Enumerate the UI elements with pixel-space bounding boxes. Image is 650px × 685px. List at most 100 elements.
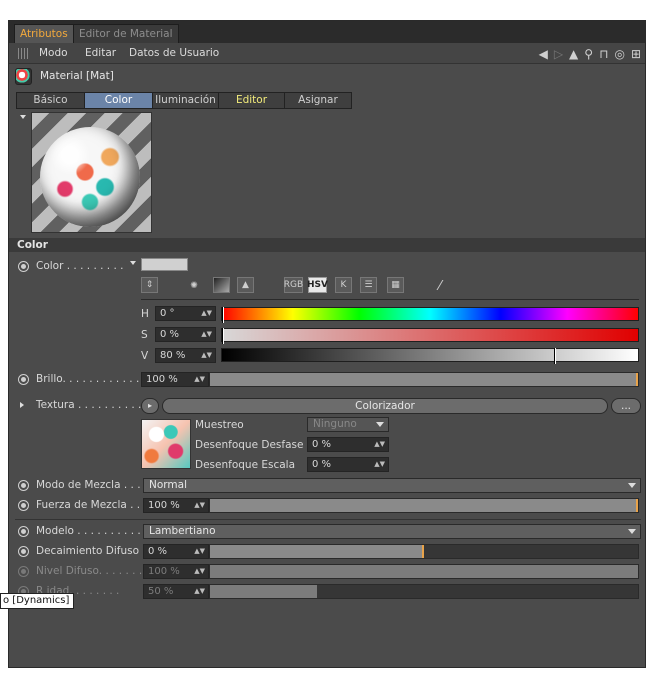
preview-sphere [40,127,140,227]
nivel-difuso-animate-radio[interactable] [18,566,29,577]
v-slider[interactable] [221,348,639,364]
subtab-iluminacion[interactable]: Iluminación [153,93,219,108]
modelo-animate-radio[interactable] [18,526,29,537]
nivel-difuso-label: Nivel Difuso. . . . . . . [36,565,143,577]
tab-atributos[interactable]: Atributos [14,24,74,43]
modelo-dropdown[interactable]: Lambertiano [143,524,641,539]
forward-arrow-icon[interactable]: ▷ [554,47,563,61]
hsv-button[interactable]: HSV [307,277,328,293]
fuerza-mezcla-fill [210,499,638,512]
brillo-label: Brillo. . . . . . . . . . . . . [36,373,146,385]
swatches-icon[interactable]: ▦ [387,277,404,293]
colorizador-button[interactable]: Colorizador [162,398,608,414]
rugosidad-slider[interactable] [209,584,639,599]
brillo-value: 100 % [146,374,178,385]
lock-icon[interactable]: ⊓ [599,47,608,61]
modo-mezcla-dropdown[interactable]: Normal [143,478,641,493]
subtab-editor[interactable]: Editor [219,93,285,108]
h-marker[interactable] [222,307,224,323]
color-swatch[interactable] [141,258,188,271]
rugosidad-field[interactable]: 50 % ▲▼ [143,584,209,599]
desfase-field[interactable]: 0 % ▲▼ [307,437,389,452]
nivel-difuso-value: 100 % [148,566,180,577]
h-label: H [141,308,149,320]
target-icon[interactable]: ◎ [614,47,624,61]
fuerza-mezcla-value: 100 % [148,500,180,511]
rugosidad-value: 50 % [148,586,174,597]
muestreo-dropdown[interactable]: Ninguno [307,417,389,432]
s-field[interactable]: 0 % ▲▼ [155,327,216,342]
up-arrow-icon[interactable]: ▲ [569,47,578,61]
nivel-difuso-slider[interactable] [209,564,639,579]
decaimiento-label: Decaimiento Difuso [36,545,140,557]
spectrum-icon[interactable] [213,277,230,293]
decaimiento-field[interactable]: 0 % ▲▼ [143,544,209,559]
brillo-field[interactable]: 100 % ▲▼ [141,372,209,387]
search-icon[interactable]: ⚲ [584,47,593,61]
h-field[interactable]: 0 ° ▲▼ [155,306,216,321]
s-value: 0 % [160,329,180,340]
subtab-color[interactable]: Color [85,93,153,108]
image-icon[interactable]: ▲ [237,277,254,293]
mixer-icon[interactable]: ☰ [360,277,377,293]
k-button[interactable]: K [335,277,352,293]
v-field[interactable]: 80 % ▲▼ [155,348,216,363]
picker-icon[interactable]: ⇕ [141,277,158,293]
fuerza-mezcla-slider[interactable] [209,498,639,513]
brillo-knob[interactable] [636,373,638,386]
decaimiento-animate-radio[interactable] [18,546,29,557]
brillo-slider[interactable] [209,372,639,387]
rgb-button[interactable]: RGB [284,277,303,293]
material-icon [15,68,32,85]
menu-modo[interactable]: Modo [39,47,68,59]
separator [141,299,639,300]
eyedropper-icon[interactable]: ⁄ [431,277,449,295]
h-slider[interactable] [221,307,639,323]
escala-label: Desenfoque Escala [195,459,296,471]
v-label: V [141,350,149,362]
material-preview[interactable] [31,112,152,233]
fuerza-mezcla-field[interactable]: 100 % ▲▼ [143,498,209,513]
s-marker[interactable] [222,328,224,344]
fuerza-mezcla-animate-radio[interactable] [18,500,29,511]
modo-mezcla-animate-radio[interactable] [18,480,29,491]
h-value: 0 ° [160,308,175,319]
tab-editor-material[interactable]: Editor de Material [73,24,179,43]
grip-icon[interactable] [18,48,30,59]
subtab-basico[interactable]: Básico [17,93,85,108]
textura-expand-icon[interactable] [20,402,24,408]
menu-editar[interactable]: Editar [85,47,116,59]
decaimiento-fill [210,545,424,558]
textura-arrow-button[interactable]: ▸ [141,398,159,414]
color-expand-icon[interactable] [130,261,136,265]
color-animate-radio[interactable] [18,261,29,272]
color-wheel-icon[interactable]: ✺ [185,277,203,295]
attribute-manager-panel: Atributos Editor de Material Modo Editar… [8,20,646,668]
decaimiento-knob[interactable] [422,545,424,558]
texture-thumbnail[interactable] [141,419,191,469]
escala-value: 0 % [312,459,332,470]
s-slider[interactable] [221,328,639,344]
menu-datos-usuario[interactable]: Datos de Usuario [129,47,219,59]
new-panel-icon[interactable]: ⊞ [631,47,641,61]
menu-bar: Modo Editar Datos de Usuario ◀ ▷ ▲ ⚲ ⊓ ◎… [9,43,645,64]
s-label: S [141,329,148,341]
rugosidad-fill [210,585,317,598]
nivel-difuso-field[interactable]: 100 % ▲▼ [143,564,209,579]
fuerza-mezcla-knob[interactable] [636,499,638,512]
escala-field[interactable]: 0 % ▲▼ [307,457,389,472]
decaimiento-value: 0 % [148,546,168,557]
decaimiento-slider[interactable] [209,544,639,559]
back-arrow-icon[interactable]: ◀ [539,47,548,61]
object-title: Material [Mat] [40,70,114,82]
v-marker[interactable] [553,348,556,364]
subtab-asignar[interactable]: Asignar [285,93,351,108]
textura-more-button[interactable]: ... [611,398,641,414]
textura-label: Textura . . . . . . . . . . [36,399,142,411]
modelo-label: Modelo . . . . . . . . . . . [36,525,148,537]
brillo-animate-radio[interactable] [18,374,29,385]
toolbar-icons: ◀ ▷ ▲ ⚲ ⊓ ◎ ⊞ [539,46,641,61]
collapse-preview-icon[interactable] [20,115,26,119]
subtabs: Básico Color Iluminación Editor Asignar [16,92,352,109]
desfase-value: 0 % [312,439,332,450]
